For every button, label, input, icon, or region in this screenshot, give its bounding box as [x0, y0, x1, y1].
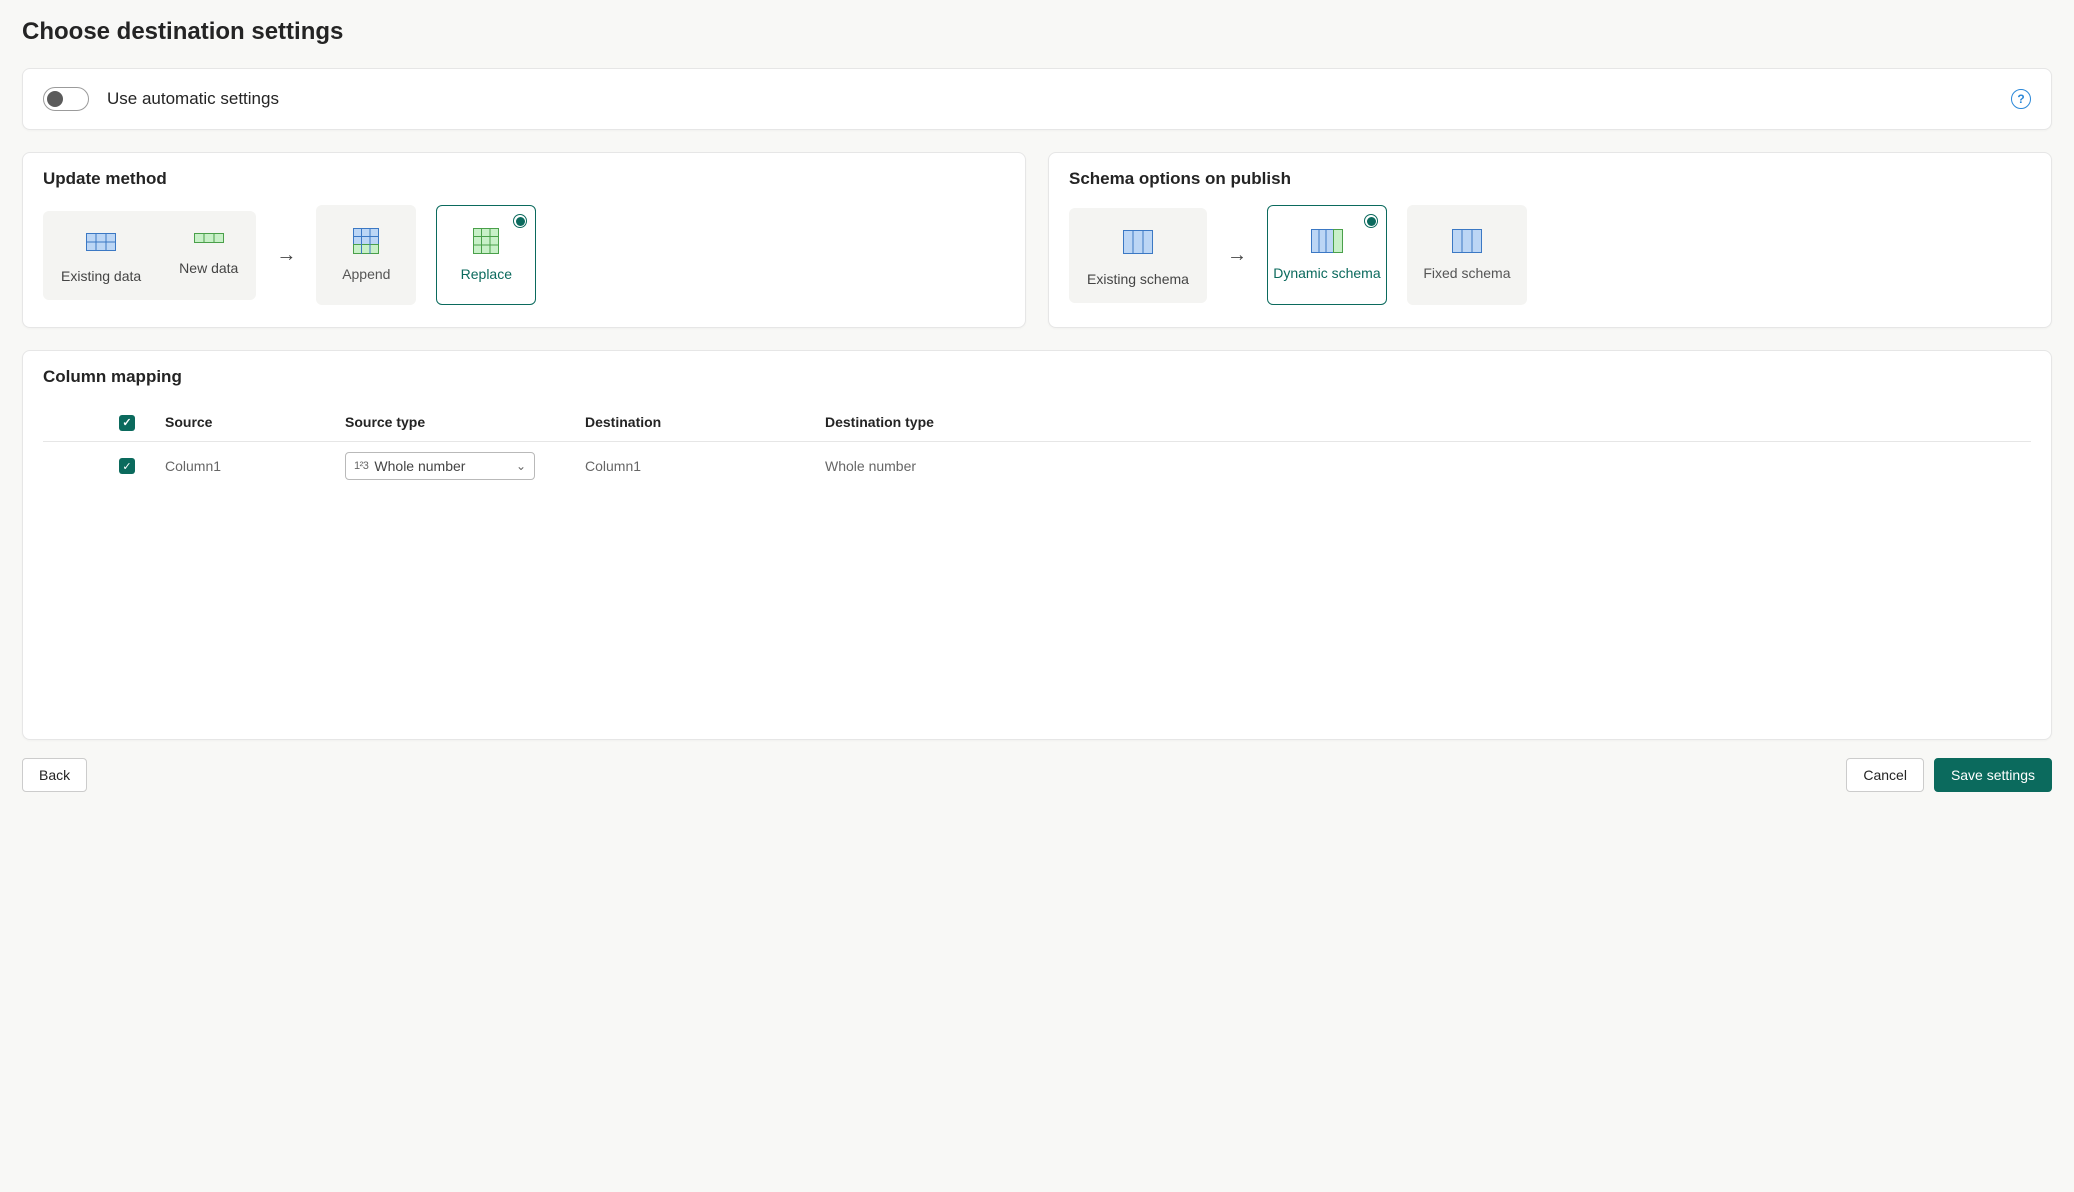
header-destination-type: Destination type: [815, 405, 2031, 441]
update-option-replace[interactable]: Replace: [436, 205, 536, 305]
chevron-down-icon: ⌄: [516, 459, 526, 473]
source-type-value: Whole number: [374, 458, 465, 474]
help-icon[interactable]: ?: [2011, 89, 2031, 109]
arrow-icon-2: →: [1227, 244, 1247, 267]
cancel-button[interactable]: Cancel: [1846, 758, 1924, 792]
existing-schema-group: Existing schema: [1069, 208, 1207, 303]
new-data-icon: [194, 233, 224, 243]
mapping-destination-type: Whole number: [815, 441, 2031, 490]
schema-option-dynamic[interactable]: Dynamic schema: [1267, 205, 1387, 305]
existing-schema-icon: [1123, 230, 1153, 254]
replace-label: Replace: [461, 266, 512, 282]
fixed-schema-icon: [1452, 229, 1482, 253]
schema-option-fixed[interactable]: Fixed schema: [1407, 205, 1527, 305]
column-mapping-panel: Column mapping Source Source type Destin…: [22, 350, 2052, 740]
header-destination: Destination: [575, 405, 815, 441]
mapping-row-checkbox[interactable]: [119, 458, 135, 474]
type-prefix-icon: 1²3: [354, 460, 368, 472]
append-label: Append: [342, 266, 390, 282]
auto-settings-label: Use automatic settings: [107, 89, 279, 109]
update-data-group: Existing data New data: [43, 211, 256, 300]
auto-settings-panel: Use automatic settings ?: [22, 68, 2052, 130]
mapping-destination: Column1: [575, 441, 815, 490]
update-method-title: Update method: [43, 169, 1005, 189]
arrow-icon: →: [276, 244, 296, 267]
existing-data-label: Existing data: [61, 268, 141, 284]
replace-icon: [473, 228, 499, 254]
header-source: Source: [155, 405, 335, 441]
mapping-source: Column1: [155, 441, 335, 490]
schema-options-title: Schema options on publish: [1069, 169, 2031, 189]
dynamic-schema-label: Dynamic schema: [1273, 265, 1380, 281]
auto-settings-toggle[interactable]: [43, 87, 89, 111]
update-method-panel: Update method Existing data: [22, 152, 1026, 328]
header-source-type: Source type: [335, 405, 575, 441]
append-icon: [353, 228, 379, 254]
back-button[interactable]: Back: [22, 758, 87, 792]
dynamic-schema-icon: [1311, 229, 1343, 253]
update-option-append[interactable]: Append: [316, 205, 416, 305]
fixed-schema-label: Fixed schema: [1423, 265, 1510, 281]
schema-options-panel: Schema options on publish Existing schem…: [1048, 152, 2052, 328]
source-type-select[interactable]: 1²3 Whole number ⌄: [345, 452, 535, 480]
new-data-label: New data: [179, 260, 238, 276]
save-settings-button[interactable]: Save settings: [1934, 758, 2052, 792]
column-mapping-title: Column mapping: [43, 367, 2031, 387]
page-title: Choose destination settings: [22, 18, 2052, 46]
existing-schema-label: Existing schema: [1087, 271, 1189, 287]
mapping-select-all-checkbox[interactable]: [119, 415, 135, 431]
mapping-row: Column1 1²3 Whole number ⌄ Column1 Whole…: [43, 441, 2031, 490]
existing-data-icon: [86, 233, 116, 251]
mapping-table: Source Source type Destination Destinati…: [43, 405, 2031, 490]
footer: Back Cancel Save settings: [22, 758, 2052, 792]
